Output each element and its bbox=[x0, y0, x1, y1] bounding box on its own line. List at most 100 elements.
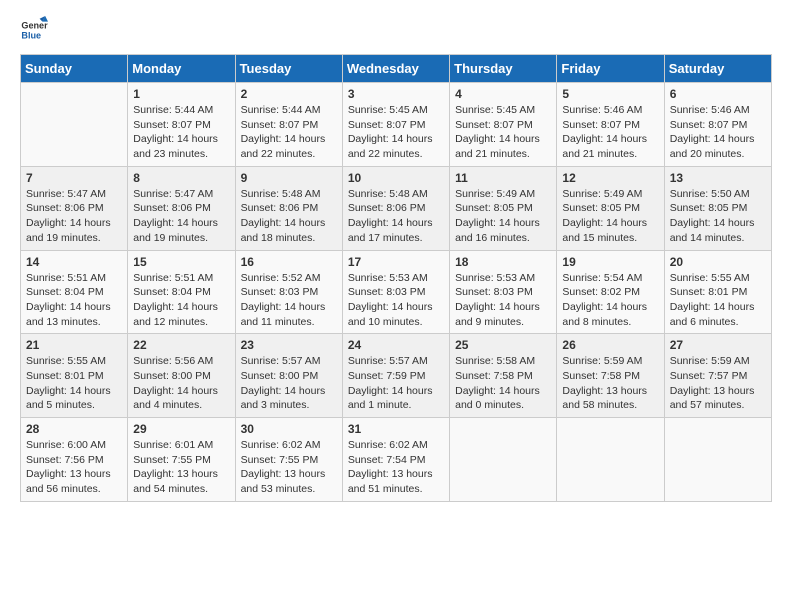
day-info: Sunrise: 5:46 AM Sunset: 8:07 PM Dayligh… bbox=[670, 103, 766, 162]
day-number: 26 bbox=[562, 338, 658, 352]
day-info: Sunrise: 5:44 AM Sunset: 8:07 PM Dayligh… bbox=[241, 103, 337, 162]
calendar-cell: 7Sunrise: 5:47 AM Sunset: 8:06 PM Daylig… bbox=[21, 166, 128, 250]
day-info: Sunrise: 5:49 AM Sunset: 8:05 PM Dayligh… bbox=[562, 187, 658, 246]
weekday-friday: Friday bbox=[557, 55, 664, 83]
calendar-week-row: 28 Sunrise: 6:00 AM Sunset: 7:56 PM Dayli… bbox=[21, 418, 772, 502]
calendar-cell: 28 Sunrise: 6:00 AM Sunset: 7:56 PM Dayli… bbox=[21, 418, 128, 502]
calendar-cell: 9 Sunrise: 5:48 AM Sunset: 8:06 PM Daylig… bbox=[235, 166, 342, 250]
calendar-cell: 5 Sunrise: 5:46 AM Sunset: 8:07 PM Daylig… bbox=[557, 83, 664, 167]
calendar-table: SundayMondayTuesdayWednesdayThursdayFrid… bbox=[20, 54, 772, 502]
day-info: Sunrise: 5:53 AM Sunset: 8:03 PM Dayligh… bbox=[348, 271, 444, 330]
day-info: Sunrise: 5:46 AM Sunset: 8:07 PM Dayligh… bbox=[562, 103, 658, 162]
calendar-week-row: 7Sunrise: 5:47 AM Sunset: 8:06 PM Daylig… bbox=[21, 166, 772, 250]
day-number: 19 bbox=[562, 255, 658, 269]
day-number: 24 bbox=[348, 338, 444, 352]
calendar-cell: 31 Sunrise: 6:02 AM Sunset: 7:54 PM Dayli… bbox=[342, 418, 449, 502]
weekday-tuesday: Tuesday bbox=[235, 55, 342, 83]
weekday-monday: Monday bbox=[128, 55, 235, 83]
day-info: Sunrise: 5:57 AM Sunset: 8:00 PM Dayligh… bbox=[241, 354, 337, 413]
day-info: Sunrise: 5:47 AM Sunset: 8:06 PM Dayligh… bbox=[26, 187, 122, 246]
calendar-cell: 13 Sunrise: 5:50 AM Sunset: 8:05 PM Dayli… bbox=[664, 166, 771, 250]
calendar-cell: 10 Sunrise: 5:48 AM Sunset: 8:06 PM Dayli… bbox=[342, 166, 449, 250]
calendar-cell: 16Sunrise: 5:52 AM Sunset: 8:03 PM Dayli… bbox=[235, 250, 342, 334]
day-number: 28 bbox=[26, 422, 122, 436]
day-number: 22 bbox=[133, 338, 229, 352]
calendar-cell: 29Sunrise: 6:01 AM Sunset: 7:55 PM Dayli… bbox=[128, 418, 235, 502]
day-info: Sunrise: 5:50 AM Sunset: 8:05 PM Dayligh… bbox=[670, 187, 766, 246]
day-info: Sunrise: 5:45 AM Sunset: 8:07 PM Dayligh… bbox=[455, 103, 551, 162]
day-info: Sunrise: 5:58 AM Sunset: 7:58 PM Dayligh… bbox=[455, 354, 551, 413]
day-info: Sunrise: 5:49 AM Sunset: 8:05 PM Dayligh… bbox=[455, 187, 551, 246]
day-number: 20 bbox=[670, 255, 766, 269]
calendar-cell: 23 Sunrise: 5:57 AM Sunset: 8:00 PM Dayli… bbox=[235, 334, 342, 418]
weekday-wednesday: Wednesday bbox=[342, 55, 449, 83]
day-info: Sunrise: 6:01 AM Sunset: 7:55 PM Dayligh… bbox=[133, 438, 229, 497]
calendar-cell: 1 Sunrise: 5:44 AM Sunset: 8:07 PM Daylig… bbox=[128, 83, 235, 167]
day-info: Sunrise: 5:56 AM Sunset: 8:00 PM Dayligh… bbox=[133, 354, 229, 413]
day-number: 18 bbox=[455, 255, 551, 269]
calendar-week-row: 14 Sunrise: 5:51 AM Sunset: 8:04 PM Dayli… bbox=[21, 250, 772, 334]
day-number: 14 bbox=[26, 255, 122, 269]
calendar-cell bbox=[664, 418, 771, 502]
calendar-cell: 18 Sunrise: 5:53 AM Sunset: 8:03 PM Dayli… bbox=[450, 250, 557, 334]
calendar-cell: 27 Sunrise: 5:59 AM Sunset: 7:57 PM Dayli… bbox=[664, 334, 771, 418]
day-number: 21 bbox=[26, 338, 122, 352]
calendar-cell: 4Sunrise: 5:45 AM Sunset: 8:07 PM Daylig… bbox=[450, 83, 557, 167]
day-number: 3 bbox=[348, 87, 444, 101]
calendar-cell bbox=[557, 418, 664, 502]
weekday-saturday: Saturday bbox=[664, 55, 771, 83]
calendar-cell: 20 Sunrise: 5:55 AM Sunset: 8:01 PM Dayli… bbox=[664, 250, 771, 334]
day-info: Sunrise: 6:02 AM Sunset: 7:54 PM Dayligh… bbox=[348, 438, 444, 497]
day-number: 1 bbox=[133, 87, 229, 101]
day-number: 6 bbox=[670, 87, 766, 101]
calendar-cell: 25Sunrise: 5:58 AM Sunset: 7:58 PM Dayli… bbox=[450, 334, 557, 418]
svg-text:General: General bbox=[21, 21, 48, 31]
calendar-cell: 12 Sunrise: 5:49 AM Sunset: 8:05 PM Dayli… bbox=[557, 166, 664, 250]
calendar-cell bbox=[450, 418, 557, 502]
day-number: 27 bbox=[670, 338, 766, 352]
day-info: Sunrise: 5:59 AM Sunset: 7:58 PM Dayligh… bbox=[562, 354, 658, 413]
day-info: Sunrise: 5:54 AM Sunset: 8:02 PM Dayligh… bbox=[562, 271, 658, 330]
calendar-cell: 6 Sunrise: 5:46 AM Sunset: 8:07 PM Daylig… bbox=[664, 83, 771, 167]
day-info: Sunrise: 5:48 AM Sunset: 8:06 PM Dayligh… bbox=[241, 187, 337, 246]
day-info: Sunrise: 6:00 AM Sunset: 7:56 PM Dayligh… bbox=[26, 438, 122, 497]
page-header: General Blue bbox=[20, 16, 772, 44]
calendar-cell: 14Sunrise: 5:51 AM Sunset: 8:04 PM Dayli… bbox=[21, 250, 128, 334]
day-info: Sunrise: 5:55 AM Sunset: 8:01 PM Dayligh… bbox=[670, 271, 766, 330]
day-number: 11 bbox=[455, 171, 551, 185]
weekday-sunday: Sunday bbox=[21, 55, 128, 83]
day-info: Sunrise: 5:53 AM Sunset: 8:03 PM Dayligh… bbox=[455, 271, 551, 330]
day-number: 9 bbox=[241, 171, 337, 185]
day-info: Sunrise: 6:02 AM Sunset: 7:55 PM Dayligh… bbox=[241, 438, 337, 497]
day-number: 30 bbox=[241, 422, 337, 436]
day-info: Sunrise: 5:44 AM Sunset: 8:07 PM Dayligh… bbox=[133, 103, 229, 162]
calendar-cell: 3 Sunrise: 5:45 AM Sunset: 8:07 PM Daylig… bbox=[342, 83, 449, 167]
day-number: 5 bbox=[562, 87, 658, 101]
day-number: 8 bbox=[133, 171, 229, 185]
day-info: Sunrise: 5:47 AM Sunset: 8:06 PM Dayligh… bbox=[133, 187, 229, 246]
day-number: 10 bbox=[348, 171, 444, 185]
day-info: Sunrise: 5:52 AM Sunset: 8:03 PM Dayligh… bbox=[241, 271, 337, 330]
day-number: 31 bbox=[348, 422, 444, 436]
day-info: Sunrise: 5:45 AM Sunset: 8:07 PM Dayligh… bbox=[348, 103, 444, 162]
calendar-cell: 21 Sunrise: 5:55 AM Sunset: 8:01 PM Dayli… bbox=[21, 334, 128, 418]
calendar-cell: 15Sunrise: 5:51 AM Sunset: 8:04 PM Dayli… bbox=[128, 250, 235, 334]
day-number: 2 bbox=[241, 87, 337, 101]
calendar-week-row: 1 Sunrise: 5:44 AM Sunset: 8:07 PM Daylig… bbox=[21, 83, 772, 167]
calendar-cell: 8 Sunrise: 5:47 AM Sunset: 8:06 PM Daylig… bbox=[128, 166, 235, 250]
logo-icon: General Blue bbox=[20, 16, 48, 44]
day-info: Sunrise: 5:55 AM Sunset: 8:01 PM Dayligh… bbox=[26, 354, 122, 413]
calendar-cell: 26 Sunrise: 5:59 AM Sunset: 7:58 PM Dayli… bbox=[557, 334, 664, 418]
calendar-cell: 19 Sunrise: 5:54 AM Sunset: 8:02 PM Dayli… bbox=[557, 250, 664, 334]
day-number: 12 bbox=[562, 171, 658, 185]
calendar-cell bbox=[21, 83, 128, 167]
weekday-header-row: SundayMondayTuesdayWednesdayThursdayFrid… bbox=[21, 55, 772, 83]
day-number: 13 bbox=[670, 171, 766, 185]
day-info: Sunrise: 5:48 AM Sunset: 8:06 PM Dayligh… bbox=[348, 187, 444, 246]
calendar-cell: 2 Sunrise: 5:44 AM Sunset: 8:07 PM Daylig… bbox=[235, 83, 342, 167]
calendar-cell: 30 Sunrise: 6:02 AM Sunset: 7:55 PM Dayli… bbox=[235, 418, 342, 502]
calendar-cell: 11 Sunrise: 5:49 AM Sunset: 8:05 PM Dayli… bbox=[450, 166, 557, 250]
day-info: Sunrise: 5:59 AM Sunset: 7:57 PM Dayligh… bbox=[670, 354, 766, 413]
day-number: 23 bbox=[241, 338, 337, 352]
day-info: Sunrise: 5:51 AM Sunset: 8:04 PM Dayligh… bbox=[133, 271, 229, 330]
